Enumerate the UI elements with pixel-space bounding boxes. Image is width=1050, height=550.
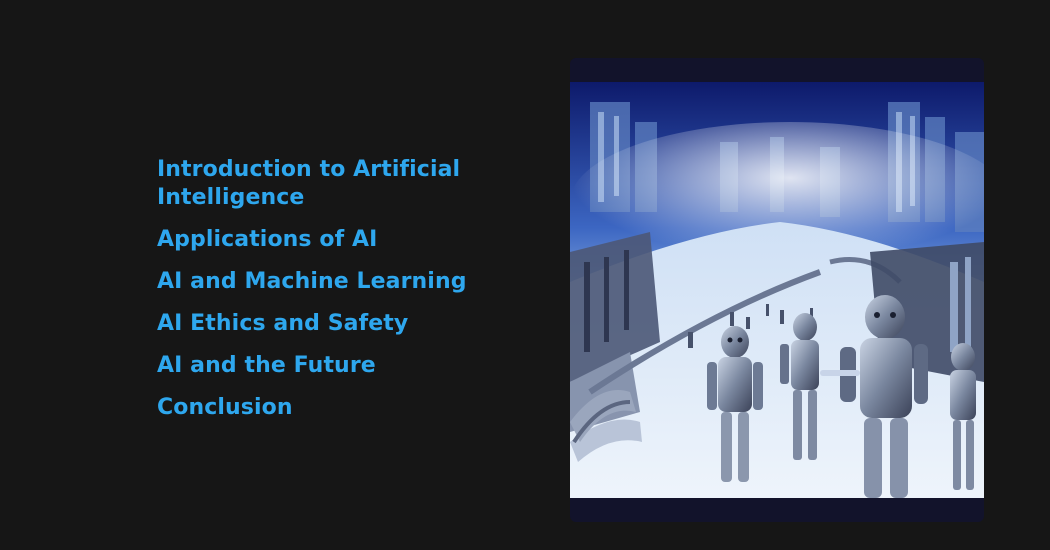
toc-item-future[interactable]: AI and the Future: [157, 352, 517, 380]
toc-item-ethics-safety[interactable]: AI Ethics and Safety: [157, 310, 517, 338]
futuristic-city-illustration: [570, 82, 984, 498]
toc-item-machine-learning[interactable]: AI and Machine Learning: [157, 268, 517, 296]
table-of-contents: Introduction to Artificial Intelligence …: [157, 156, 517, 436]
toc-item-applications[interactable]: Applications of AI: [157, 226, 517, 254]
image-frame: [570, 58, 984, 522]
toc-item-conclusion[interactable]: Conclusion: [157, 394, 517, 422]
toc-item-introduction[interactable]: Introduction to Artificial Intelligence: [157, 156, 517, 212]
